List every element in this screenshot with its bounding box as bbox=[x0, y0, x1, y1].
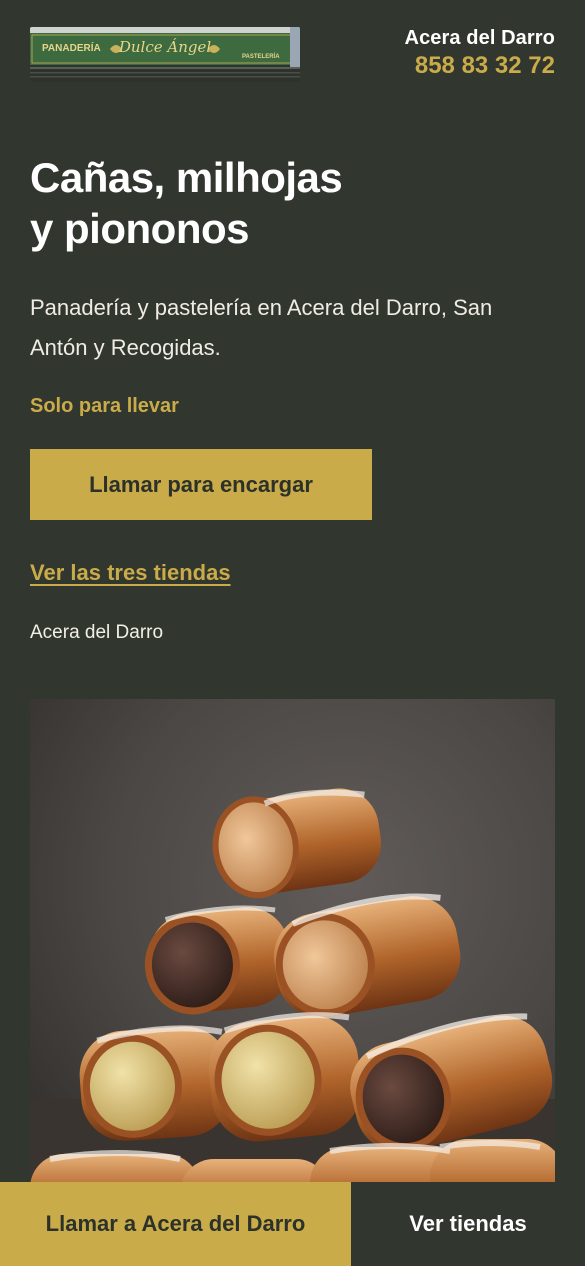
logo-text-right: PASTELERÍA bbox=[242, 52, 280, 60]
site-header: PANADERÍA Dulce Ángel PASTELERÍA Acera d… bbox=[30, 24, 555, 82]
hero-description: Panadería y pastelería en Acera del Darr… bbox=[30, 295, 493, 360]
logo-text-left: PANADERÍA bbox=[42, 41, 101, 54]
pastry-photo bbox=[30, 699, 555, 1219]
view-stores-button[interactable]: Ver tiendas bbox=[351, 1182, 585, 1266]
header-store-name: Acera del Darro bbox=[404, 27, 555, 49]
sticky-bottom-bar: Llamar a Acera del Darro Ver tiendas bbox=[0, 1182, 585, 1266]
page-title: Cañas, milhojas y piononos bbox=[30, 152, 450, 254]
call-to-order-button[interactable]: Llamar para encargar bbox=[30, 449, 372, 520]
view-stores-link[interactable]: Ver las tres tiendas bbox=[30, 558, 231, 588]
header-phone-link[interactable]: 858 83 32 72 bbox=[405, 51, 555, 81]
shop-sign-logo[interactable]: PANADERÍA Dulce Ángel PASTELERÍA bbox=[30, 27, 300, 82]
page-title-line-2: y piononos bbox=[30, 205, 250, 252]
logo-text-center: Dulce Ángel bbox=[118, 38, 212, 56]
cannoli-pastries-image bbox=[30, 699, 555, 1219]
page: PANADERÍA Dulce Ángel PASTELERÍA Acera d… bbox=[0, 0, 585, 1266]
takeaway-note: Solo para llevar bbox=[30, 395, 179, 417]
current-store-label: Acera del Darro bbox=[30, 622, 164, 643]
call-store-button[interactable]: Llamar a Acera del Darro bbox=[0, 1182, 351, 1266]
shop-sign-image: PANADERÍA Dulce Ángel PASTELERÍA bbox=[30, 27, 300, 82]
header-contact: Acera del Darro 858 83 32 72 bbox=[405, 24, 555, 81]
page-title-line-1: Cañas, milhojas bbox=[30, 154, 343, 201]
